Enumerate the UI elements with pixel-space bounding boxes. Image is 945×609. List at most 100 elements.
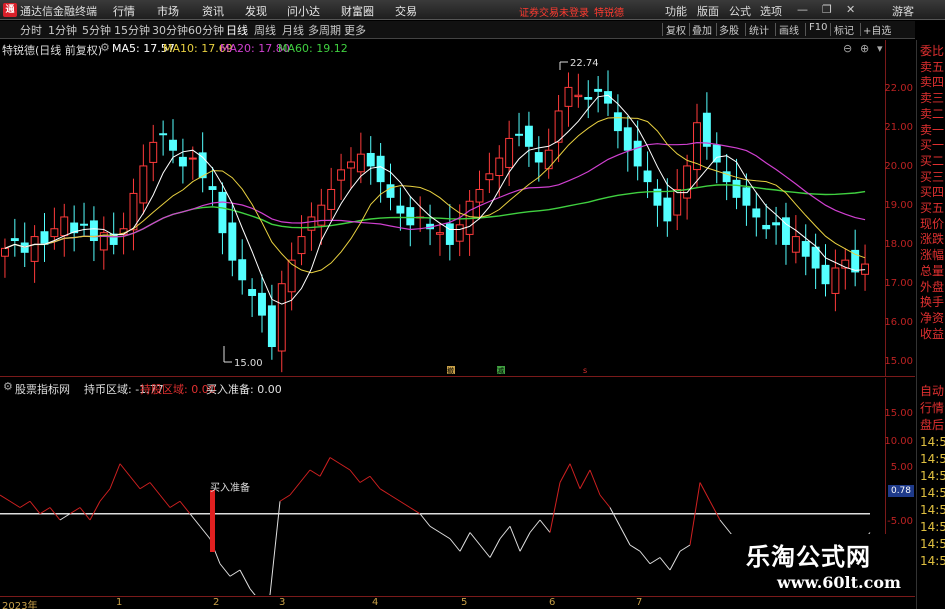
candle-up bbox=[435, 232, 444, 235]
hold-stock-segment bbox=[599, 494, 611, 508]
candlestick-chart[interactable]: 22.74 15.00 撤 减 s bbox=[0, 56, 885, 374]
tick-tab-label[interactable]: 自动 bbox=[920, 384, 945, 398]
hold-stock-segment bbox=[569, 463, 581, 489]
candle-up bbox=[327, 188, 336, 210]
hold-stock-segment bbox=[149, 482, 161, 496]
hold-cash-segment bbox=[489, 538, 501, 558]
candle-down bbox=[623, 127, 632, 151]
hold-stock-segment bbox=[359, 475, 371, 483]
period-weekly[interactable]: 周线 bbox=[254, 22, 276, 38]
add-watchlist-button[interactable]: +自选 bbox=[863, 22, 891, 37]
period-multi[interactable]: 多周期 bbox=[308, 22, 341, 38]
zoom-in-icon[interactable]: ⊕ bbox=[860, 42, 869, 55]
candle-up bbox=[297, 236, 306, 255]
pane-divider bbox=[0, 376, 915, 377]
statistics-button[interactable]: 统计 bbox=[749, 22, 769, 37]
candle-up bbox=[149, 141, 158, 163]
hold-stock-segment bbox=[329, 457, 341, 465]
tick-tab-label[interactable]: 盘后 bbox=[920, 418, 945, 432]
quote-field-label: 外盘 bbox=[920, 279, 945, 294]
f10-button[interactable]: F10 bbox=[809, 22, 827, 33]
candle-down bbox=[742, 187, 751, 206]
adjust-button[interactable]: 复权 bbox=[666, 22, 686, 37]
tick-time: 14:50 bbox=[920, 537, 945, 551]
period-1min[interactable]: 1分钟 bbox=[48, 22, 77, 38]
candle-down bbox=[851, 249, 860, 273]
hold-cash-segment bbox=[419, 513, 431, 527]
menu-quotes[interactable]: 行情 bbox=[113, 3, 135, 19]
hold-cash-segment bbox=[499, 525, 511, 540]
period-5min[interactable]: 5分钟 bbox=[82, 22, 111, 38]
hold-cash-segment bbox=[249, 588, 256, 595]
candle-down bbox=[267, 305, 276, 348]
tick-time: 14:50 bbox=[920, 486, 945, 500]
menu-ask[interactable]: 问小达 bbox=[287, 3, 320, 19]
menu-options[interactable]: 选项 bbox=[760, 3, 782, 19]
period-timeshare[interactable]: 分时 bbox=[20, 22, 42, 38]
quote-field-label: 卖二 bbox=[920, 106, 945, 121]
candle-up bbox=[139, 165, 148, 204]
toolbar-divider bbox=[716, 23, 717, 36]
period-more[interactable]: 更多 bbox=[344, 22, 366, 38]
hold-stock-segment bbox=[89, 501, 101, 521]
tick-tab-label[interactable]: 行情 bbox=[920, 401, 945, 415]
period-monthly[interactable]: 月线 bbox=[282, 22, 304, 38]
minimize-icon[interactable]: — bbox=[797, 3, 808, 16]
draw-line-button[interactable]: 画线 bbox=[779, 22, 799, 37]
zoom-out-icon[interactable]: ⊖ bbox=[843, 42, 852, 55]
candle-down bbox=[159, 133, 168, 136]
chart-menu-icon[interactable]: ▾ bbox=[877, 42, 883, 55]
period-15min[interactable]: 15分钟 bbox=[114, 22, 150, 38]
hold-cash-segment bbox=[59, 513, 71, 521]
candle-up bbox=[544, 149, 553, 170]
price-tick: 16.00 bbox=[884, 317, 913, 328]
indicator-settings-icon[interactable]: ⚙ bbox=[3, 380, 13, 393]
menu-formula[interactable]: 公式 bbox=[729, 3, 751, 19]
price-tick: 17.00 bbox=[884, 278, 913, 289]
top-stock-name: 特锐德 bbox=[594, 8, 624, 19]
candle-down bbox=[218, 191, 227, 234]
time-label: 3 bbox=[279, 597, 286, 608]
quote-field-label: 买五 bbox=[920, 201, 945, 215]
menu-discover[interactable]: 发现 bbox=[245, 3, 267, 19]
login-notice[interactable]: 证券交易未登录 bbox=[519, 4, 589, 19]
guest-label[interactable]: 游客 bbox=[892, 3, 914, 19]
mark-button[interactable]: 标记 bbox=[834, 22, 854, 37]
tick-time: 14:50 bbox=[920, 435, 945, 449]
hold-cash-segment bbox=[519, 532, 531, 552]
quote-field-label: 收益 bbox=[920, 326, 945, 341]
menu-wealth[interactable]: 财富圈 bbox=[341, 3, 374, 19]
menu-trade[interactable]: 交易 bbox=[395, 3, 417, 19]
hold-stock-segment bbox=[349, 469, 361, 483]
hold-cash-segment bbox=[189, 513, 201, 527]
candle-up bbox=[307, 216, 316, 231]
candle-up bbox=[791, 236, 800, 253]
menu-news[interactable]: 资讯 bbox=[202, 3, 224, 19]
close-icon[interactable]: ✕ bbox=[846, 3, 855, 16]
multi-stock-button[interactable]: 多股 bbox=[719, 22, 739, 37]
candle-down bbox=[752, 208, 761, 218]
tick-time: 14:50 bbox=[920, 554, 945, 568]
period-30min[interactable]: 30分钟 bbox=[152, 22, 188, 38]
quote-field-label: 净资 bbox=[920, 310, 945, 325]
indicator-tick: 15.00 bbox=[884, 408, 913, 419]
menu-function[interactable]: 功能 bbox=[665, 3, 687, 19]
hold-stock-segment bbox=[19, 500, 31, 508]
candle-down bbox=[772, 222, 781, 226]
candle-up bbox=[554, 110, 563, 143]
settings-gear-icon[interactable]: ⚙ bbox=[100, 41, 110, 54]
candle-up bbox=[564, 86, 573, 107]
period-daily[interactable]: 日线 bbox=[226, 22, 248, 38]
overlay-button[interactable]: 叠加 bbox=[692, 22, 712, 37]
menu-layout[interactable]: 版面 bbox=[697, 3, 719, 19]
hold-stock-segment bbox=[69, 507, 81, 515]
candle-down bbox=[406, 207, 415, 226]
hold-cash-segment bbox=[509, 526, 521, 552]
period-60min[interactable]: 60分钟 bbox=[188, 22, 224, 38]
quote-field-label: 现价 bbox=[920, 216, 945, 231]
menu-market[interactable]: 市场 bbox=[157, 3, 179, 19]
hold-stock-segment bbox=[339, 463, 351, 471]
restore-icon[interactable]: ❐ bbox=[822, 3, 832, 16]
candle-down bbox=[524, 125, 533, 147]
hold-stock-segment bbox=[709, 501, 721, 521]
